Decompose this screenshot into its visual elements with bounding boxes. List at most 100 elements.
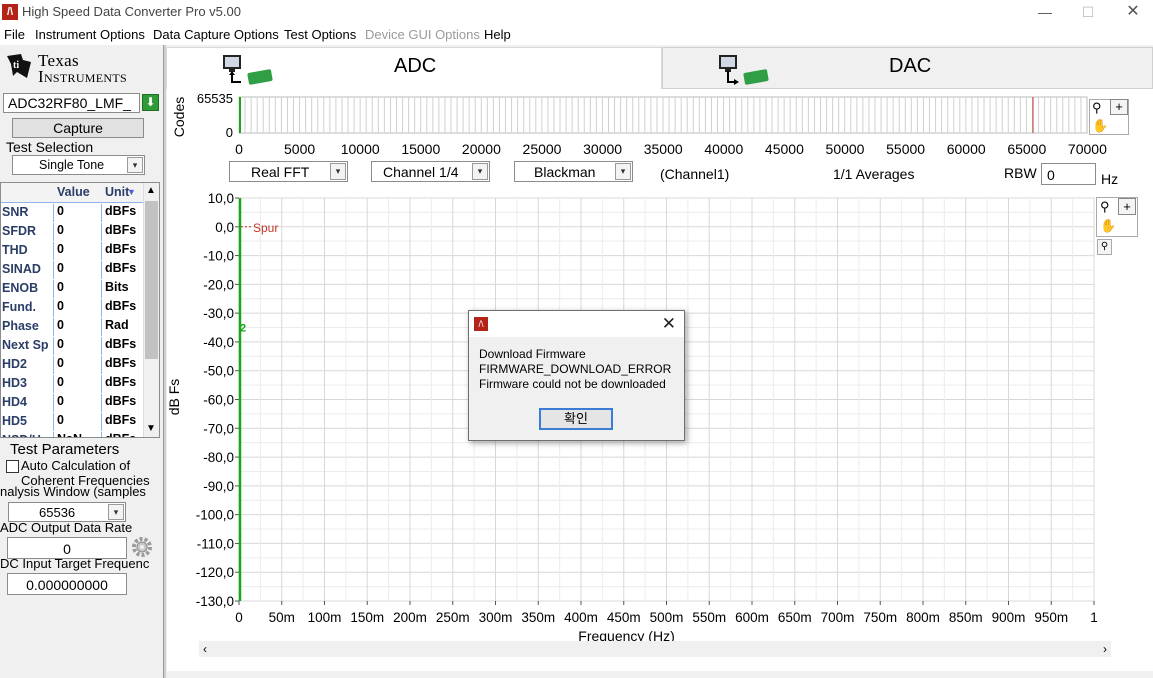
tab-dac[interactable]: DAC — [662, 47, 1153, 89]
scroll-down-icon[interactable]: ▼ — [146, 423, 156, 434]
pan-hand-icon[interactable]: ✋ — [1100, 218, 1116, 234]
fft-ytick-label: -120,0 — [196, 565, 234, 580]
reset-zoom-icon[interactable]: ⚲ — [1097, 239, 1112, 255]
fft-zoom-tools: ⚲ + ✋ — [1096, 197, 1138, 237]
window-value: Blackman — [534, 164, 596, 180]
scroll-right-icon[interactable]: › — [1103, 642, 1107, 656]
zoom-plus-icon[interactable]: + — [1118, 198, 1136, 215]
dialog-close-button[interactable]: ✕ — [662, 314, 676, 334]
row-value[interactable]: 0 — [53, 337, 99, 355]
row-value[interactable]: 0 — [53, 280, 99, 298]
close-button[interactable]: ✕ — [1118, 3, 1148, 21]
row-value[interactable]: NaN — [53, 432, 99, 437]
row-value[interactable]: 0 — [53, 356, 99, 374]
row-value[interactable]: 0 — [53, 394, 99, 412]
chevron-down-icon[interactable]: ▾ — [472, 163, 488, 180]
menu-help[interactable]: Help — [484, 27, 511, 42]
tab-adc[interactable]: ADC — [166, 47, 662, 89]
chevron-down-icon[interactable]: ▾ — [330, 163, 346, 180]
gear-icon[interactable] — [131, 536, 153, 558]
row-value[interactable]: 0 — [53, 413, 99, 431]
channel-note: (Channel1) — [660, 166, 730, 182]
codes-xtick-label: 40000 — [704, 141, 743, 157]
codes-xtick-label: 50000 — [826, 141, 865, 157]
table-row[interactable]: Fund. 0 dBFs — [1, 298, 143, 317]
row-value[interactable]: 0 — [53, 242, 99, 260]
fft-xtick-label: 0 — [235, 610, 243, 625]
window-select[interactable]: Blackman ▾ — [514, 161, 633, 182]
table-row[interactable]: HD5 0 dBFs — [1, 412, 143, 431]
fft-xtick-label: 1 — [1090, 610, 1098, 625]
menu-test-options[interactable]: Test Options — [284, 27, 356, 42]
scroll-up-icon[interactable]: ▲ — [146, 185, 156, 196]
row-value[interactable]: 0 — [53, 223, 99, 241]
app-logo-icon: /\ — [2, 4, 18, 20]
row-unit: dBFs — [101, 375, 143, 393]
scroll-left-icon[interactable]: ‹ — [203, 642, 207, 656]
device-select[interactable]: ADC32RF80_LMF_ — [3, 93, 140, 113]
zoom-icon[interactable]: ⚲ — [1092, 100, 1102, 116]
auto-calc-checkbox[interactable] — [6, 460, 19, 473]
row-value[interactable]: 0 — [53, 375, 99, 393]
fft-xtick-label: 100m — [308, 610, 342, 625]
fft-xtick-label: 550m — [692, 610, 726, 625]
ti-logo-text: Texas Instruments — [38, 51, 127, 86]
row-unit: dBFs — [101, 261, 143, 279]
table-row[interactable]: SINAD 0 dBFs — [1, 260, 143, 279]
harmonic-marker-label: 2 — [240, 323, 246, 335]
menu-data-capture-options[interactable]: Data Capture Options — [153, 27, 279, 42]
chevron-down-icon[interactable]: ▾ — [127, 157, 143, 173]
test-selection-select[interactable]: Single Tone ▾ — [12, 155, 145, 175]
test-selection-value: Single Tone — [39, 158, 105, 172]
fft-type-select[interactable]: Real FFT ▾ — [229, 161, 348, 182]
row-unit: Bits — [101, 280, 143, 298]
row-value[interactable]: 0 — [53, 318, 99, 336]
scrollbar-thumb[interactable] — [145, 201, 158, 359]
zoom-icon[interactable]: ⚲ — [1100, 199, 1110, 215]
table-row[interactable]: Next Sp 0 dBFs — [1, 336, 143, 355]
sort-triangle-icon[interactable]: ▼ — [127, 187, 136, 197]
table-row[interactable]: HD4 0 dBFs — [1, 393, 143, 412]
codes-xtick-label: 30000 — [583, 141, 622, 157]
table-row[interactable]: ENOB 0 Bits — [1, 279, 143, 298]
chevron-down-icon[interactable]: ▾ — [615, 163, 631, 180]
row-name: HD4 — [2, 395, 28, 409]
table-row[interactable]: THD 0 dBFs — [1, 241, 143, 260]
fft-ytick-label: -90,0 — [203, 479, 234, 494]
row-value[interactable]: 0 — [53, 261, 99, 279]
zoom-plus-icon[interactable]: + — [1110, 99, 1128, 115]
download-arrow-icon[interactable]: ⬇ — [142, 94, 159, 111]
horizontal-scrollbar[interactable]: ‹ › — [199, 641, 1111, 657]
table-row[interactable]: HD2 0 dBFs — [1, 355, 143, 374]
minimize-button[interactable]: — — [1030, 3, 1060, 21]
pan-hand-icon[interactable]: ✋ — [1092, 118, 1108, 134]
fft-ytick-label: -20,0 — [203, 277, 234, 292]
row-unit: dBFs — [101, 356, 143, 374]
table-row[interactable]: SNR 0 dBFs — [1, 203, 143, 222]
panel-splitter[interactable] — [163, 45, 166, 678]
rbw-input[interactable]: 0 — [1041, 163, 1096, 185]
channel-value: Channel 1/4 — [383, 164, 459, 180]
maximize-button[interactable]: ☐ — [1073, 3, 1103, 21]
capture-button[interactable]: Capture — [12, 118, 144, 138]
codes-xtick-label: 5000 — [284, 141, 315, 157]
dac-tab-label: DAC — [889, 55, 932, 77]
fft-xtick-label: 250m — [436, 610, 470, 625]
menu-file[interactable]: File — [4, 27, 25, 42]
analysis-window-select[interactable]: 65536 ▾ — [8, 502, 126, 522]
row-unit: dBFs — [101, 337, 143, 355]
rbw-unit: Hz — [1101, 171, 1119, 187]
row-value[interactable]: 0 — [53, 299, 99, 317]
table-row[interactable]: SFDR 0 dBFs — [1, 222, 143, 241]
table-row[interactable]: NSD/HzNaNdBFs — [1, 431, 143, 437]
target-frequency-input[interactable]: 0.000000000 — [7, 573, 127, 595]
channel-select[interactable]: Channel 1/4 ▾ — [371, 161, 490, 182]
table-row[interactable]: HD3 0 dBFs — [1, 374, 143, 393]
chevron-down-icon[interactable]: ▾ — [108, 504, 124, 520]
fft-xtick-label: 500m — [650, 610, 684, 625]
row-value[interactable]: 0 — [53, 204, 99, 222]
table-scrollbar[interactable]: ▲ ▼ — [143, 183, 159, 437]
table-row[interactable]: Phase 0 Rad — [1, 317, 143, 336]
menu-instrument-options[interactable]: Instrument Options — [35, 27, 145, 42]
dialog-ok-button[interactable]: 확인 — [539, 408, 613, 430]
